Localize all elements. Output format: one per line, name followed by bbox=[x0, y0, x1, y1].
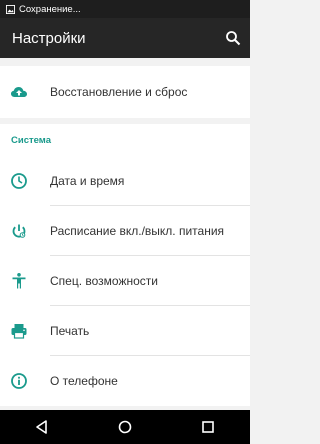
status-notification-text: Сохранение... bbox=[19, 3, 81, 15]
settings-item-date-time[interactable]: Дата и время bbox=[0, 156, 250, 206]
printer-icon bbox=[11, 324, 27, 339]
settings-item-schedule-power[interactable]: Расписание вкл./выкл. питания bbox=[0, 206, 250, 256]
settings-item-print[interactable]: Печать bbox=[0, 306, 250, 356]
section-header-system: Система bbox=[11, 135, 51, 146]
settings-item-label: Восстановление и сброс bbox=[50, 85, 188, 99]
settings-item-label: Расписание вкл./выкл. питания bbox=[50, 224, 225, 238]
recent-apps-icon[interactable] bbox=[200, 419, 216, 435]
navigation-bar bbox=[0, 410, 250, 444]
clock-icon bbox=[11, 173, 27, 189]
settings-item-backup[interactable]: Восстановление и сброс bbox=[0, 67, 250, 117]
status-bar: Сохранение... bbox=[0, 0, 250, 18]
settings-item-label: Спец. возможности bbox=[50, 274, 158, 288]
backup-card: Восстановление и сброс bbox=[0, 66, 250, 118]
settings-item-label: О телефоне bbox=[50, 374, 118, 388]
settings-item-label: Дата и время bbox=[50, 174, 125, 188]
power-schedule-icon bbox=[12, 224, 26, 238]
home-icon[interactable] bbox=[117, 419, 133, 435]
settings-item-label: Печать bbox=[50, 324, 90, 338]
settings-item-accessibility[interactable]: Спец. возможности bbox=[0, 256, 250, 306]
cloud-upload-icon bbox=[11, 87, 27, 97]
image-notification-icon bbox=[6, 4, 15, 14]
settings-item-about-phone[interactable]: О телефоне bbox=[0, 356, 250, 406]
page-title: Настройки bbox=[12, 29, 86, 47]
back-icon[interactable] bbox=[34, 419, 50, 435]
accessibility-icon bbox=[12, 273, 26, 289]
app-bar: Настройки bbox=[0, 18, 250, 58]
search-icon[interactable] bbox=[225, 30, 241, 46]
info-icon bbox=[11, 373, 27, 389]
